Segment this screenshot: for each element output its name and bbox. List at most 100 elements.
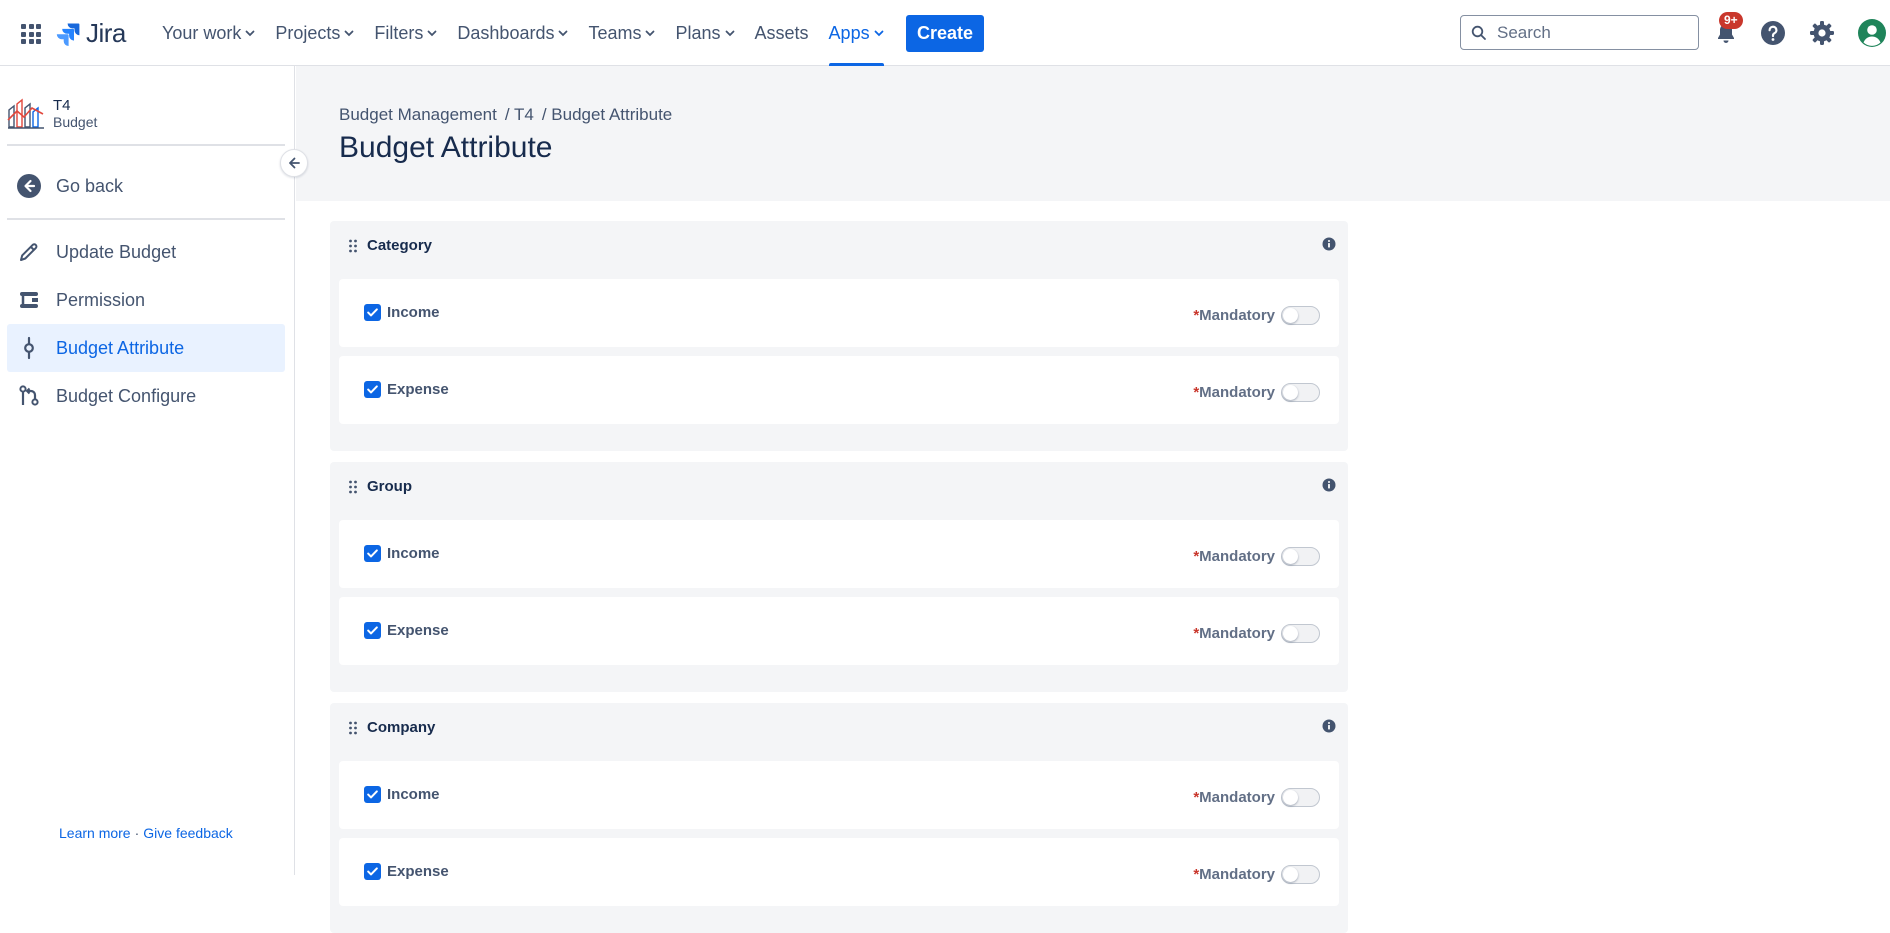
- app-switcher-icon[interactable]: [21, 24, 41, 44]
- user-avatar-icon[interactable]: [1858, 19, 1886, 47]
- nav-your-work[interactable]: Your work: [152, 0, 265, 66]
- panel-header: Group: [330, 462, 1348, 512]
- sidebar: T4 Budget Go back Update Budget Permissi…: [0, 66, 295, 875]
- chevron-down-icon: [428, 30, 437, 37]
- create-button[interactable]: Create: [906, 15, 984, 52]
- attribute-panel-category: Category Income *Mandatory Expense *Mand…: [330, 221, 1348, 451]
- panel-header: Category: [330, 221, 1348, 271]
- jira-logo-icon: [56, 23, 80, 46]
- income-checkbox[interactable]: [364, 786, 381, 803]
- branch-icon: [19, 385, 39, 406]
- project-name: T4: [53, 96, 71, 114]
- mandatory-control: *Mandatory: [1193, 547, 1320, 566]
- settings-gear-icon[interactable]: [1809, 20, 1835, 46]
- arrow-left-icon: [289, 157, 300, 169]
- drag-handle-icon[interactable]: [348, 239, 358, 253]
- main-nav: Your work Projects Filters Dashboards Te…: [152, 0, 894, 66]
- checkmark-icon: [367, 790, 378, 799]
- sidebar-item-label: Update Budget: [56, 241, 177, 262]
- give-feedback-link[interactable]: Give feedback: [143, 825, 233, 841]
- sidebar-divider: [7, 218, 285, 220]
- jira-logo[interactable]: Jira: [56, 18, 126, 49]
- row-label: Expense: [387, 622, 449, 639]
- breadcrumb-t4[interactable]: / T4: [505, 105, 534, 125]
- breadcrumb: Budget Management / T4 / Budget Attribut…: [339, 105, 672, 125]
- sidebar-item-budget-attribute[interactable]: Budget Attribute: [7, 324, 285, 372]
- row-label: Expense: [387, 381, 449, 398]
- info-icon[interactable]: [1322, 719, 1336, 733]
- nav-projects[interactable]: Projects: [265, 0, 364, 66]
- mandatory-toggle[interactable]: [1281, 624, 1320, 643]
- collapse-sidebar-button[interactable]: [280, 149, 308, 177]
- checkmark-icon: [367, 308, 378, 317]
- nav-dashboards[interactable]: Dashboards: [447, 0, 578, 66]
- checkmark-icon: [367, 385, 378, 394]
- attribute-row-expense: Expense *Mandatory: [339, 597, 1339, 665]
- sidebar-item-label: Budget Attribute: [56, 337, 185, 358]
- mandatory-control: *Mandatory: [1193, 788, 1320, 807]
- attribute-panel-company: Company Income *Mandatory Expense *Manda…: [330, 703, 1348, 933]
- mandatory-label: *Mandatory: [1193, 548, 1275, 565]
- checkmark-icon: [367, 549, 378, 558]
- sidebar-item-permission[interactable]: Permission: [7, 276, 285, 324]
- panel-title: Company: [367, 719, 436, 736]
- nav-teams[interactable]: Teams: [578, 0, 665, 66]
- panel-title: Category: [367, 237, 433, 254]
- permission-icon: [20, 292, 38, 308]
- drag-handle-icon[interactable]: [348, 721, 358, 735]
- income-checkbox[interactable]: [364, 304, 381, 321]
- project-text: T4 Budget: [53, 97, 97, 130]
- mandatory-control: *Mandatory: [1193, 624, 1320, 643]
- budget-chart-icon: [7, 98, 44, 129]
- search-icon: [1471, 25, 1486, 40]
- expense-checkbox[interactable]: [364, 622, 381, 639]
- panel-header: Company: [330, 703, 1348, 753]
- sidebar-item-label: Permission: [56, 289, 146, 310]
- project-header[interactable]: T4 Budget: [7, 96, 97, 130]
- help-icon[interactable]: [1760, 20, 1786, 46]
- income-checkbox[interactable]: [364, 545, 381, 562]
- learn-more-link[interactable]: Learn more: [59, 825, 131, 841]
- project-type: Budget: [53, 113, 98, 130]
- sidebar-item-go-back[interactable]: Go back: [7, 162, 285, 210]
- breadcrumb-budget-attribute[interactable]: / Budget Attribute: [542, 105, 672, 125]
- nav-assets[interactable]: Assets: [745, 0, 819, 66]
- mandatory-toggle[interactable]: [1281, 383, 1320, 402]
- breadcrumb-budget-management[interactable]: Budget Management: [339, 105, 497, 125]
- nav-filters[interactable]: Filters: [364, 0, 447, 66]
- mandatory-control: *Mandatory: [1193, 383, 1320, 402]
- expense-checkbox[interactable]: [364, 863, 381, 880]
- mandatory-label: *Mandatory: [1193, 307, 1275, 324]
- expense-checkbox[interactable]: [364, 381, 381, 398]
- sidebar-item-budget-configure[interactable]: Budget Configure: [7, 372, 285, 420]
- chevron-down-icon: [345, 30, 354, 37]
- attribute-row-income: Income *Mandatory: [339, 279, 1339, 347]
- commit-icon: [24, 336, 34, 360]
- checkmark-icon: [367, 626, 378, 635]
- search-input[interactable]: [1495, 21, 1679, 44]
- search-box[interactable]: [1460, 15, 1699, 50]
- mandatory-label: *Mandatory: [1193, 789, 1275, 806]
- mandatory-toggle[interactable]: [1281, 306, 1320, 325]
- mandatory-toggle[interactable]: [1281, 788, 1320, 807]
- top-navigation: Jira Your work Projects Filters Dashboar…: [0, 0, 1890, 66]
- row-label: Income: [387, 304, 440, 321]
- panel-title: Group: [367, 478, 412, 495]
- mandatory-toggle[interactable]: [1281, 547, 1320, 566]
- chevron-down-icon: [559, 30, 568, 37]
- pencil-icon: [20, 243, 38, 261]
- info-icon[interactable]: [1322, 478, 1336, 492]
- notifications-badge: 9+: [1719, 12, 1743, 29]
- attribute-row-expense: Expense *Mandatory: [339, 838, 1339, 906]
- mandatory-label: *Mandatory: [1193, 384, 1275, 401]
- info-icon[interactable]: [1322, 237, 1336, 251]
- chevron-down-icon: [725, 30, 734, 37]
- sidebar-divider: [7, 144, 285, 146]
- page-title: Budget Attribute: [339, 131, 553, 164]
- attribute-row-expense: Expense *Mandatory: [339, 356, 1339, 424]
- drag-handle-icon[interactable]: [348, 480, 358, 494]
- sidebar-item-update-budget[interactable]: Update Budget: [7, 228, 285, 276]
- nav-plans[interactable]: Plans: [665, 0, 744, 66]
- row-label: Income: [387, 786, 440, 803]
- nav-apps[interactable]: Apps: [819, 0, 894, 66]
